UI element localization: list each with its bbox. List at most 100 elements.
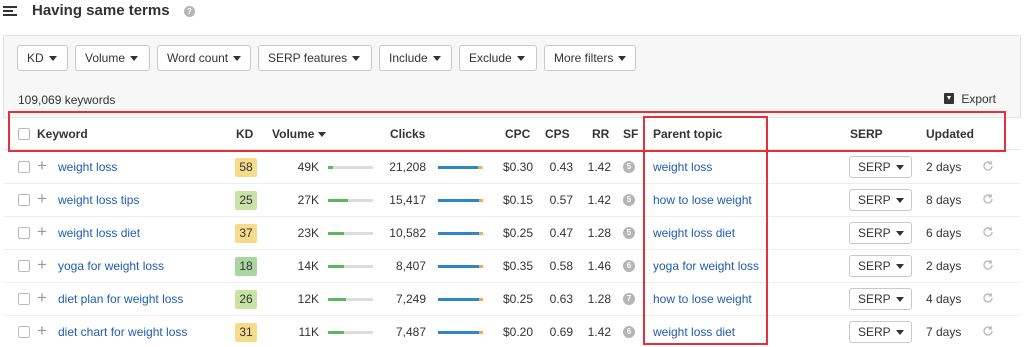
serp-button[interactable]: SERP — [849, 222, 912, 244]
col-keyword[interactable]: Keyword — [37, 127, 88, 141]
page-header: Having same terms ? — [0, 0, 1024, 25]
parent-topic-link[interactable]: how to lose weight — [653, 292, 752, 306]
sf-badge[interactable]: 5 — [623, 194, 635, 206]
volume-value: 23K — [297, 226, 319, 240]
row-checkbox[interactable] — [18, 260, 30, 272]
sf-badge[interactable]: 6 — [623, 326, 635, 338]
col-updated[interactable]: Updated — [926, 127, 974, 141]
parent-topic-link[interactable]: how to lose weight — [653, 193, 752, 207]
sf-badge[interactable]: 5 — [623, 227, 635, 239]
serp-label: SERP — [858, 292, 891, 306]
volume-filter-button[interactable]: Volume — [75, 45, 150, 71]
cps-value: 0.43 — [549, 160, 573, 174]
col-parent-topic[interactable]: Parent topic — [653, 127, 722, 141]
exclude-filter-button[interactable]: Exclude — [459, 45, 537, 71]
more-filters-button[interactable]: More filters — [544, 45, 636, 71]
col-cpc[interactable]: CPC — [505, 127, 530, 141]
chevron-down-icon — [432, 56, 441, 62]
rr-value: 1.42 — [587, 325, 611, 339]
clicks-bar — [438, 199, 483, 202]
row-checkbox[interactable] — [18, 227, 30, 239]
col-volume[interactable]: Volume — [272, 127, 327, 141]
page-title: Having same terms — [32, 2, 170, 19]
sf-badge[interactable]: 6 — [623, 260, 635, 272]
clicks-bar — [438, 298, 483, 301]
help-icon[interactable]: ? — [184, 6, 195, 17]
keyword-link[interactable]: weight loss tips — [58, 193, 139, 207]
refresh-icon[interactable] — [981, 225, 995, 239]
chevron-down-icon — [895, 264, 904, 270]
chevron-down-icon — [130, 56, 139, 62]
sf-badge[interactable]: 5 — [623, 161, 635, 173]
parent-topic-link[interactable]: weight loss diet — [653, 226, 735, 240]
kd-badge: 18 — [235, 257, 257, 276]
kd-badge: 58 — [235, 158, 257, 177]
parent-topic-link[interactable]: yoga for weight loss — [653, 259, 759, 273]
table-header: Keyword KD Volume Clicks CPC CPS RR SF P… — [3, 118, 1021, 150]
clicks-value: 15,417 — [389, 193, 426, 207]
keyword-count: 109,069 keywords — [18, 93, 116, 107]
col-serp: SERP — [850, 127, 883, 141]
row-checkbox[interactable] — [18, 326, 30, 338]
row-checkbox[interactable] — [18, 293, 30, 305]
include-filter-button[interactable]: Include — [379, 45, 452, 71]
sf-badge[interactable]: 7 — [623, 293, 635, 305]
row-checkbox[interactable] — [18, 194, 30, 206]
keyword-link[interactable]: weight loss — [58, 160, 117, 174]
serp-features-filter-button[interactable]: SERP features — [258, 45, 372, 71]
cpc-value: $0.30 — [502, 160, 533, 174]
plus-icon[interactable]: + — [37, 289, 47, 306]
col-cps[interactable]: CPS — [545, 127, 570, 141]
serp-button[interactable]: SERP — [849, 189, 912, 211]
plus-icon[interactable]: + — [37, 223, 47, 240]
cps-value: 0.47 — [549, 226, 573, 240]
keywords-table: Keyword KD Volume Clicks CPC CPS RR SF P… — [3, 117, 1021, 347]
chevron-down-icon — [352, 56, 361, 62]
export-button[interactable]: Export — [944, 92, 996, 106]
chevron-down-icon — [618, 56, 627, 62]
parent-topic-link[interactable]: weight loss — [653, 160, 712, 174]
cps-value: 0.63 — [549, 292, 573, 306]
download-icon — [944, 93, 955, 104]
keyword-link[interactable]: weight loss diet — [58, 226, 140, 240]
keyword-link[interactable]: yoga for weight loss — [58, 259, 164, 273]
serp-button[interactable]: SERP — [849, 156, 912, 178]
volume-bar — [328, 166, 373, 169]
plus-icon[interactable]: + — [37, 157, 47, 174]
updated-value: 7 days — [926, 325, 962, 339]
col-clicks[interactable]: Clicks — [390, 127, 425, 141]
volume-value: 12K — [297, 292, 319, 306]
refresh-icon[interactable] — [981, 324, 995, 338]
parent-topic-link[interactable]: weight loss diet — [653, 325, 735, 339]
select-all-checkbox[interactable] — [18, 128, 30, 140]
export-label: Export — [961, 92, 996, 106]
serp-button[interactable]: SERP — [849, 288, 912, 310]
kd-filter-button[interactable]: KD — [17, 45, 68, 71]
keyword-link[interactable]: diet chart for weight loss — [58, 325, 187, 339]
refresh-icon[interactable] — [981, 291, 995, 305]
updated-value: 8 days — [926, 193, 962, 207]
row-checkbox[interactable] — [18, 161, 30, 173]
kd-badge: 25 — [235, 191, 257, 210]
plus-icon[interactable]: + — [37, 190, 47, 207]
col-kd[interactable]: KD — [236, 127, 253, 141]
menu-icon[interactable] — [3, 5, 17, 17]
refresh-icon[interactable] — [981, 258, 995, 272]
plus-icon[interactable]: + — [37, 322, 47, 339]
keyword-link[interactable]: diet plan for weight loss — [58, 292, 183, 306]
col-rr[interactable]: RR — [592, 127, 609, 141]
table-row: + weight loss tips 25 27K 15,417 $0.15 0.57 1.4… — [3, 184, 1021, 217]
serp-label: SERP — [858, 193, 891, 207]
clicks-bar — [438, 265, 483, 268]
serp-button[interactable]: SERP — [849, 321, 912, 343]
refresh-icon[interactable] — [981, 159, 995, 173]
cpc-value: $0.15 — [502, 193, 533, 207]
cps-value: 0.58 — [549, 259, 573, 273]
col-sf[interactable]: SF — [623, 127, 638, 141]
chevron-down-icon — [895, 165, 904, 171]
plus-icon[interactable]: + — [37, 256, 47, 273]
word-count-filter-button[interactable]: Word count — [157, 45, 251, 71]
clicks-value: 10,582 — [389, 226, 426, 240]
serp-button[interactable]: SERP — [849, 255, 912, 277]
refresh-icon[interactable] — [981, 192, 995, 206]
